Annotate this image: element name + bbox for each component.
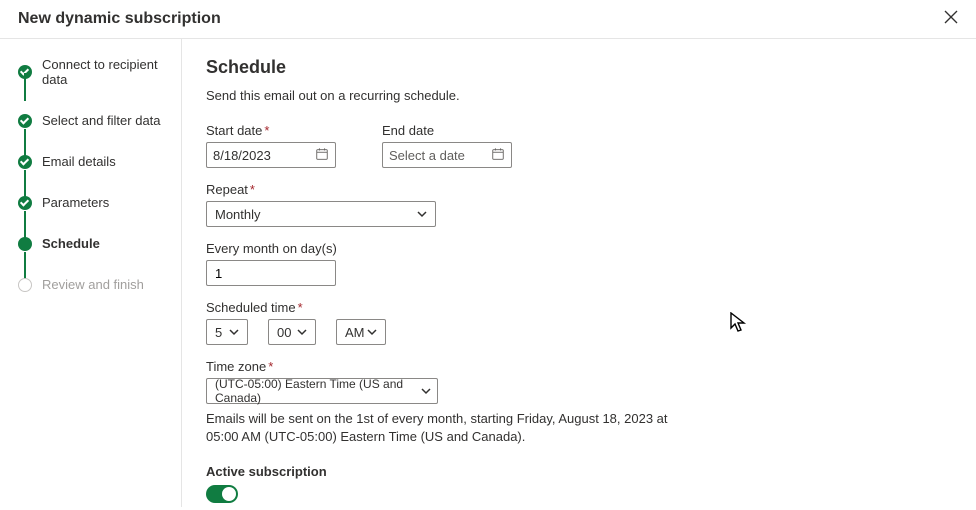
repeat-select[interactable]: Monthly <box>206 201 436 227</box>
step-connect-recipient-data[interactable]: Connect to recipient data <box>18 57 171 87</box>
scheduled-time-label: Scheduled time* <box>206 300 952 315</box>
wizard-sidebar: Connect to recipient data Select and fil… <box>0 39 182 507</box>
end-date-label: End date <box>382 123 512 138</box>
active-subscription-toggle[interactable] <box>206 485 238 503</box>
dialog-header: New dynamic subscription <box>0 0 976 39</box>
step-label: Connect to recipient data <box>42 57 171 87</box>
step-review-finish[interactable]: Review and finish <box>18 277 171 292</box>
step-label: Email details <box>42 154 116 169</box>
check-icon <box>18 196 32 210</box>
schedule-summary-text: Emails will be sent on the 1st of every … <box>206 410 686 446</box>
step-label: Review and finish <box>42 277 144 292</box>
pending-step-icon <box>18 278 32 292</box>
required-indicator: * <box>250 182 255 197</box>
required-indicator: * <box>268 359 273 374</box>
check-icon <box>18 155 32 169</box>
step-parameters[interactable]: Parameters <box>18 195 171 210</box>
step-label: Select and filter data <box>42 113 161 128</box>
dialog-title: New dynamic subscription <box>18 10 221 28</box>
required-indicator: * <box>298 300 303 315</box>
page-description: Send this email out on a recurring sched… <box>206 88 952 103</box>
chevron-down-icon <box>421 384 431 399</box>
repeat-label: Repeat* <box>206 182 952 197</box>
every-month-input[interactable] <box>206 260 336 286</box>
timezone-select[interactable]: (UTC-05:00) Eastern Time (US and Canada) <box>206 378 438 404</box>
step-select-filter-data[interactable]: Select and filter data <box>18 113 171 128</box>
step-email-details[interactable]: Email details <box>18 154 171 169</box>
calendar-icon[interactable] <box>491 147 505 164</box>
step-schedule[interactable]: Schedule <box>18 236 171 251</box>
calendar-icon[interactable] <box>315 147 329 164</box>
step-label: Schedule <box>42 236 100 251</box>
current-step-icon <box>18 237 32 251</box>
start-date-input[interactable]: 8/18/2023 <box>206 142 336 168</box>
timezone-label: Time zone* <box>206 359 952 374</box>
every-month-label: Every month on day(s) <box>206 241 952 256</box>
chevron-down-icon <box>297 325 307 340</box>
check-icon <box>18 65 32 79</box>
active-subscription-label: Active subscription <box>206 464 952 479</box>
chevron-down-icon <box>367 325 377 340</box>
step-label: Parameters <box>42 195 109 210</box>
chevron-down-icon <box>417 207 427 222</box>
check-icon <box>18 114 32 128</box>
main-panel: Schedule Send this email out on a recurr… <box>182 39 976 507</box>
chevron-down-icon <box>229 325 239 340</box>
ampm-select[interactable]: AM <box>336 319 386 345</box>
minute-select[interactable]: 00 <box>268 319 316 345</box>
hour-select[interactable]: 5 <box>206 319 248 345</box>
end-date-input[interactable]: Select a date <box>382 142 512 168</box>
required-indicator: * <box>264 123 269 138</box>
close-icon[interactable] <box>944 10 958 28</box>
start-date-label: Start date* <box>206 123 336 138</box>
page-title: Schedule <box>206 57 952 78</box>
